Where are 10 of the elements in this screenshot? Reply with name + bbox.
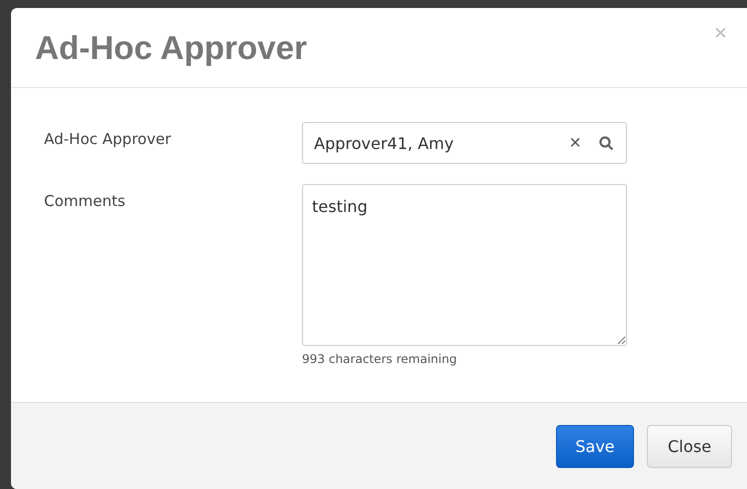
dialog-title: Ad-Hoc Approver [35, 28, 307, 66]
field-label: Ad-Hoc Approver [44, 129, 172, 150]
comments-field[interactable]: testing [302, 184, 627, 346]
approver-field[interactable]: Approver41, Amy × [302, 122, 627, 164]
field-label: Comments [44, 191, 126, 212]
clear-button[interactable]: × [569, 132, 589, 154]
save-button[interactable]: Save [556, 424, 634, 468]
close-button[interactable]: Close [647, 424, 732, 468]
search-icon[interactable] [599, 136, 614, 150]
characters-remaining: 993 characters remaining [302, 352, 458, 366]
